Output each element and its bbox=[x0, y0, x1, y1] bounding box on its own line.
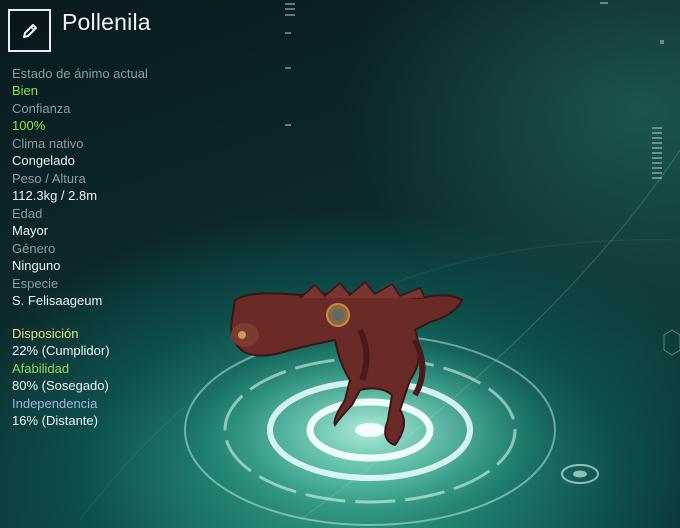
stat-trust: Confianza 100% bbox=[12, 101, 272, 134]
stat-value: S. Felisaageum bbox=[12, 293, 103, 308]
target-dot bbox=[573, 470, 587, 478]
stat-label: Clima nativo bbox=[12, 136, 84, 151]
stat-age: Edad Mayor bbox=[12, 206, 272, 239]
pencil-icon bbox=[22, 23, 37, 38]
stat-value: Bien bbox=[12, 83, 39, 98]
trait-value: 16% (Distante) bbox=[12, 413, 98, 428]
stat-label: Confianza bbox=[12, 101, 71, 116]
edit-name-button[interactable] bbox=[8, 9, 51, 52]
stat-value: Congelado bbox=[12, 153, 75, 168]
stat-value: 112.3kg / 2.8m bbox=[12, 188, 98, 203]
stat-label: Edad bbox=[12, 206, 43, 221]
stat-label: Estado de ánimo actual bbox=[12, 66, 148, 81]
stat-value: 100% bbox=[12, 118, 46, 133]
creature-scan-view: Pollenila Estado de ánimo actual Bien Co… bbox=[0, 0, 680, 528]
stat-label: Género bbox=[12, 241, 56, 256]
trait-label: Afabilidad bbox=[12, 361, 70, 376]
stat-species: Especie S. Felisaageum bbox=[12, 276, 272, 309]
trait-value: 80% (Sosegado) bbox=[12, 378, 109, 393]
trait-disposition: Disposición 22% (Cumplidor) bbox=[12, 326, 272, 359]
tick-marks bbox=[285, 2, 664, 179]
trait-affability: Afabilidad 80% (Sosegado) bbox=[12, 361, 272, 394]
stat-gender: Género Ninguno bbox=[12, 241, 272, 274]
stat-climate: Clima nativo Congelado bbox=[12, 136, 272, 169]
trait-label: Disposición bbox=[12, 326, 79, 341]
stat-value: Ninguno bbox=[12, 258, 61, 273]
stat-mood: Estado de ánimo actual Bien bbox=[12, 66, 272, 99]
stat-value: Mayor bbox=[12, 223, 49, 238]
trait-value: 22% (Cumplidor) bbox=[12, 343, 110, 358]
creature-name: Pollenila bbox=[62, 9, 151, 35]
creature-stats-panel: Estado de ánimo actual Bien Confianza 10… bbox=[12, 66, 272, 431]
hex-marker bbox=[663, 329, 680, 356]
pedestal-center bbox=[355, 423, 385, 437]
stat-weight-height: Peso / Altura 112.3kg / 2.8m bbox=[12, 171, 272, 204]
trait-label: Independencia bbox=[12, 396, 98, 411]
stat-label: Peso / Altura bbox=[12, 171, 86, 186]
stat-label: Especie bbox=[12, 276, 59, 291]
trait-independence: Independencia 16% (Distante) bbox=[12, 396, 272, 429]
